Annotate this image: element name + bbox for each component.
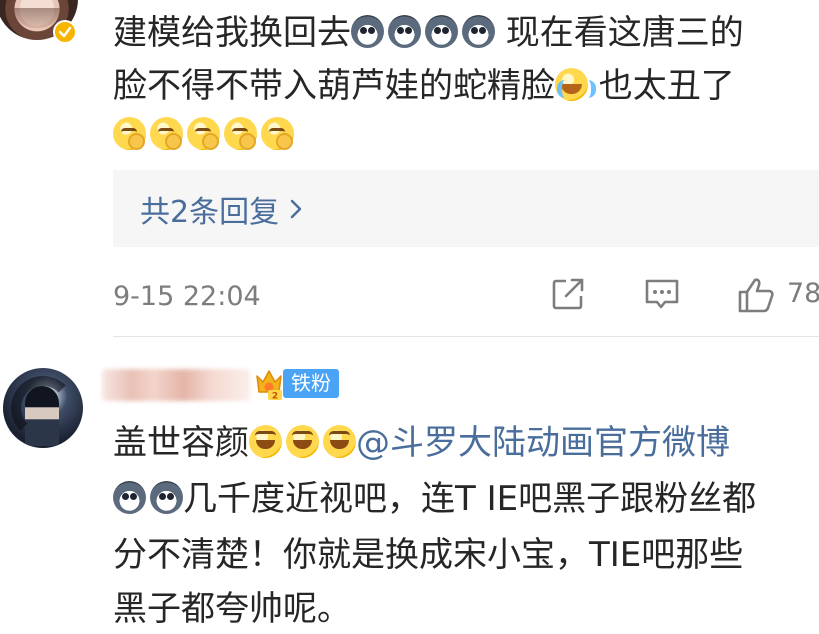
comment-text: 几千度近视吧，连T IE吧黑子跟粉丝都	[183, 479, 757, 519]
comment-text: 黑子都夸帅呢。	[113, 589, 351, 629]
divider	[113, 336, 819, 337]
comment-text-line-2: 脸不得不带入葫芦娃的蛇精脸 也太丑了	[113, 66, 735, 106]
husky-emoji-icon	[113, 481, 146, 514]
emoji-group	[555, 68, 596, 101]
comment-text-line-4: 黑子都夸帅呢。	[113, 589, 351, 629]
comment-text-line-1: 盖世容颜 @斗罗大陆动画官方微博	[113, 423, 730, 463]
thinking-emoji-icon	[187, 117, 220, 150]
avatar-hair	[11, 376, 75, 440]
reply-count-label: 共2条回复	[140, 194, 280, 230]
husky-emoji-icon	[150, 481, 183, 514]
comment-text-line-1: 建模给我换回去 现在看这唐三的	[113, 13, 744, 53]
emoji-group	[249, 425, 356, 458]
comment-text: 现在看这唐三的	[495, 13, 744, 53]
user-avatar[interactable]	[3, 368, 83, 448]
grinning-emoji-icon	[249, 425, 282, 458]
comment-text: 建模给我换回去	[113, 13, 351, 53]
comment-icon[interactable]	[643, 276, 681, 316]
like-icon[interactable]	[736, 276, 776, 318]
thinking-emoji-icon	[224, 117, 257, 150]
fan-badge: 铁粉	[283, 369, 339, 398]
comment-text: 盖世容颜	[113, 423, 249, 463]
comment-text: 脸不得不带入葫芦娃的蛇精脸	[113, 66, 555, 106]
like-count: 78	[787, 278, 819, 309]
thinking-emoji-icon	[150, 117, 183, 150]
husky-emoji-icon	[388, 15, 421, 48]
chevron-right-icon	[290, 199, 302, 218]
comment-meta-row: 9-15 22:04 78	[113, 274, 819, 318]
husky-emoji-icon	[351, 15, 384, 48]
comment-text-line-3: 分不清楚！你就是换成宋小宝，TIE吧那些	[113, 535, 743, 575]
svg-text:2: 2	[272, 392, 278, 401]
share-icon[interactable]	[550, 276, 586, 316]
verified-check-icon	[53, 20, 77, 44]
comment-text: 分不清楚！你就是换成宋小宝，TIE吧那些	[113, 535, 744, 575]
comment-text: 也太丑了	[588, 66, 735, 106]
view-replies-link[interactable]: 共2条回复	[140, 187, 303, 231]
reply-box[interactable]: 共2条回复	[113, 170, 819, 247]
thinking-emoji-icon	[261, 117, 294, 150]
grinning-emoji-icon	[323, 425, 356, 458]
husky-emoji-icon	[462, 15, 495, 48]
emoji-group	[113, 117, 294, 150]
username-blurred[interactable]	[102, 369, 250, 401]
crown-icon: 2	[254, 366, 284, 402]
comment-text-line-2: 几千度近视吧，连T IE吧黑子跟粉丝都	[113, 479, 756, 519]
comment-text-line-3	[113, 115, 294, 155]
thinking-emoji-icon	[113, 117, 146, 150]
grinning-emoji-icon	[286, 425, 319, 458]
timestamp: 9-15 22:04	[113, 280, 261, 312]
husky-emoji-icon	[425, 15, 458, 48]
emoji-group	[351, 15, 495, 48]
crying-emoji-icon	[555, 68, 596, 101]
mention-link[interactable]: @斗罗大陆动画官方微博	[356, 423, 730, 463]
emoji-group	[113, 481, 183, 514]
